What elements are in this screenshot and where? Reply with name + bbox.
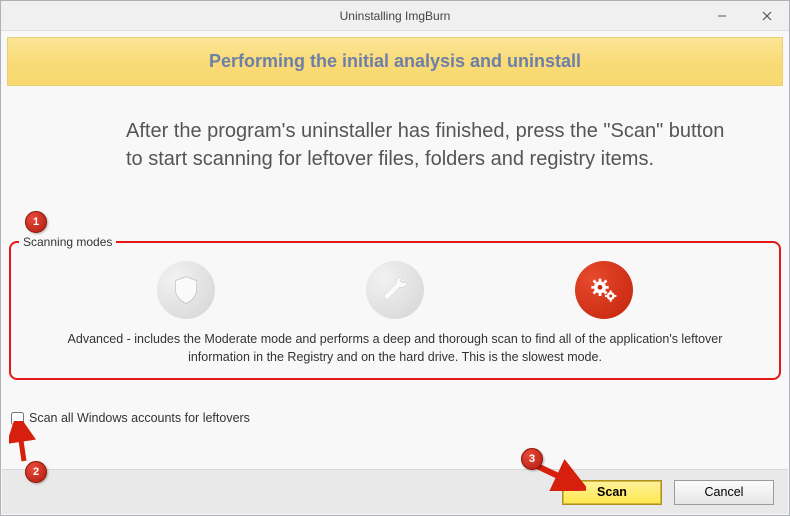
annotation-arrow-2 bbox=[9, 421, 39, 463]
scan-all-accounts-label[interactable]: Scan all Windows accounts for leftovers bbox=[29, 411, 250, 425]
scanning-modes-legend: Scanning modes bbox=[19, 235, 116, 249]
scanning-modes-group: Scanning modes bbox=[9, 241, 781, 380]
uninstaller-window: Uninstalling ImgBurn Performing the init… bbox=[0, 0, 790, 516]
instruction-text: After the program's uninstaller has fini… bbox=[126, 117, 729, 173]
shield-icon bbox=[170, 274, 202, 306]
footer-bar: Scan Cancel bbox=[2, 469, 788, 514]
minimize-button[interactable] bbox=[699, 1, 744, 31]
mode-description: Advanced - includes the Moderate mode an… bbox=[21, 325, 769, 368]
banner: Performing the initial analysis and unin… bbox=[7, 37, 783, 86]
scan-all-accounts-row: Scan all Windows accounts for leftovers bbox=[11, 411, 250, 425]
content-area: After the program's uninstaller has fini… bbox=[1, 92, 789, 183]
close-button[interactable] bbox=[744, 1, 789, 31]
mode-safe-button[interactable] bbox=[157, 261, 215, 319]
annotation-badge-3: 3 bbox=[521, 448, 543, 470]
modes-row bbox=[21, 253, 769, 325]
annotation-badge-1: 1 bbox=[25, 211, 47, 233]
titlebar[interactable]: Uninstalling ImgBurn bbox=[1, 1, 789, 31]
wrench-icon bbox=[379, 274, 411, 306]
window-title: Uninstalling ImgBurn bbox=[340, 9, 451, 23]
banner-text: Performing the initial analysis and unin… bbox=[209, 51, 581, 72]
annotation-badge-2: 2 bbox=[25, 461, 47, 483]
gears-icon bbox=[588, 274, 620, 306]
mode-advanced-button[interactable] bbox=[575, 261, 633, 319]
mode-moderate-button[interactable] bbox=[366, 261, 424, 319]
cancel-button[interactable]: Cancel bbox=[674, 480, 774, 505]
window-controls bbox=[699, 1, 789, 31]
